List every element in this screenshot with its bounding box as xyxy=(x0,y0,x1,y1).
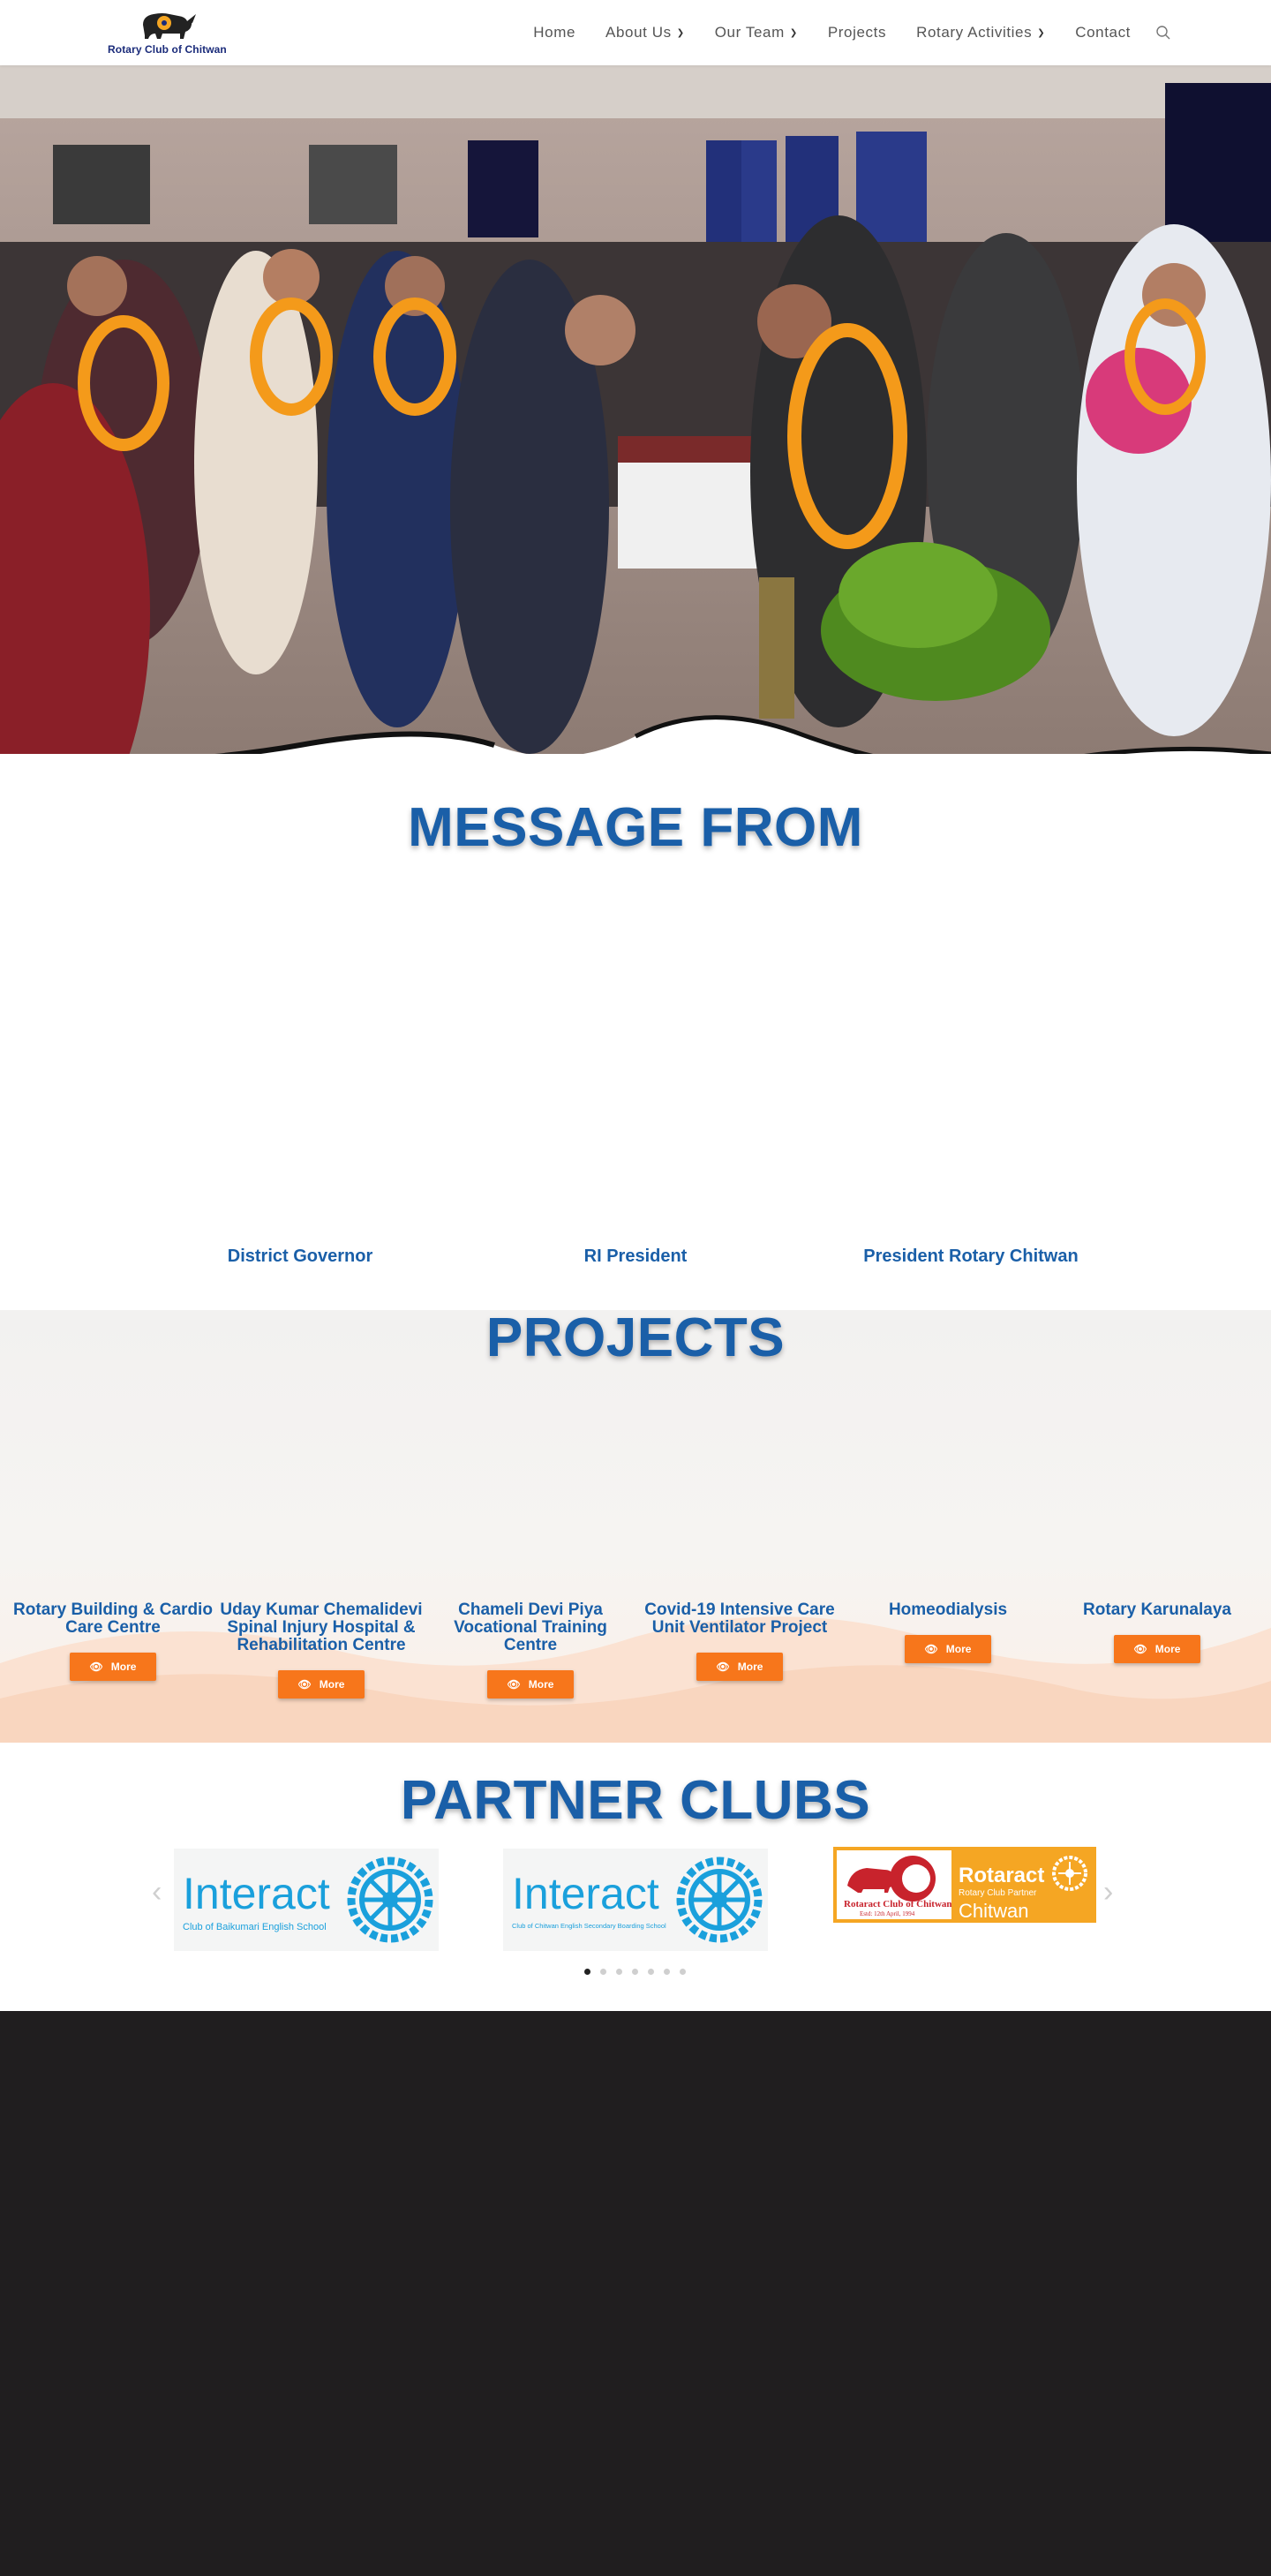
more-label: More xyxy=(319,1678,345,1691)
project-name: Rotary Karunalaya xyxy=(1083,1601,1231,1619)
eye-icon: 👁 xyxy=(507,1678,521,1691)
nav-rotary-activities[interactable]: Rotary Activities ❯ xyxy=(901,0,1060,65)
project-name: Covid-19 Intensive Care Unit Ventilator … xyxy=(644,1601,835,1637)
rotaract-club-name: Rotaract Club of Chitwan xyxy=(844,1899,952,1909)
more-label: More xyxy=(945,1643,972,1655)
role-president-rotary-chitwan: President Rotary Chitwan xyxy=(863,1247,1079,1266)
partner-logo-rotaract-chitwan[interactable]: Rotaract Club of Chitwan Estd: 12th Apri… xyxy=(833,1847,1098,1923)
section-title: MESSAGE FROM xyxy=(408,797,863,858)
carousel-dot[interactable] xyxy=(664,1969,670,1975)
rotaract-city: Chitwan xyxy=(959,1900,1028,1922)
interact-logo: Interact Club of Baikumari English Schoo… xyxy=(174,1849,439,1951)
interact-subtitle: Club of Baikumari English School xyxy=(183,1922,327,1932)
more-button[interactable]: 👁 More xyxy=(1114,1635,1200,1663)
eye-icon: 👁 xyxy=(716,1661,730,1673)
carousel-dot[interactable] xyxy=(616,1969,622,1975)
nav-label: Rotary Activities xyxy=(916,24,1033,41)
project-card: Covid-19 Intensive Care Unit Ventilator … xyxy=(636,1601,844,1681)
interact-logo: Interact Club of Chitwan English Seconda… xyxy=(503,1849,768,1951)
section-title: PROJECTS xyxy=(485,1310,786,1368)
role-district-governor: District Governor xyxy=(227,1247,373,1266)
partner-logo-interact-chitwan[interactable]: Interact Club of Chitwan English Seconda… xyxy=(503,1849,768,1951)
project-card: Rotary Building & Cardio Care Centre 👁 Mo… xyxy=(9,1601,217,1681)
interact-subtitle: Club of Chitwan English Secondary Boardi… xyxy=(512,1922,666,1930)
carousel-dot[interactable] xyxy=(680,1969,686,1975)
more-button[interactable]: 👁 More xyxy=(905,1635,991,1663)
nav-contact[interactable]: Contact xyxy=(1060,0,1146,65)
rotaract-logo: Rotaract Club of Chitwan Estd: 12th Apri… xyxy=(833,1847,1096,1923)
search-button[interactable] xyxy=(1146,0,1181,65)
message-from-section: MESSAGE FROM District Governor RI Presid… xyxy=(0,754,1271,1310)
more-label: More xyxy=(528,1678,554,1691)
eye-icon: 👁 xyxy=(297,1678,312,1691)
more-label: More xyxy=(1154,1643,1181,1655)
interact-wordmark: Interact xyxy=(183,1869,330,1918)
chevron-left-icon: ‹ xyxy=(152,1875,162,1909)
more-label: More xyxy=(737,1661,763,1673)
projects-section: PROJECTS Rotary Building & Cardio Care C… xyxy=(0,1310,1271,1743)
carousel-dot[interactable] xyxy=(632,1969,638,1975)
rhino-logo-icon xyxy=(143,13,196,39)
eye-icon: 👁 xyxy=(1133,1643,1147,1655)
chevron-down-icon: ❯ xyxy=(676,27,685,38)
more-button[interactable]: 👁 More xyxy=(696,1653,783,1681)
nav-about-us[interactable]: About Us ❯ xyxy=(590,0,700,65)
nav-label: Projects xyxy=(827,24,887,41)
partner-clubs-section: PARTNER CLUBS ‹ › Interact Club of Baiku… xyxy=(0,1743,1271,2011)
site-header: Rotary Club of Chitwan Home About Us ❯ Ou… xyxy=(0,0,1271,65)
search-icon xyxy=(1156,26,1170,40)
project-name: Rotary Building & Cardio Care Centre xyxy=(13,1601,213,1637)
carousel-dot[interactable] xyxy=(648,1969,654,1975)
more-button[interactable]: 👁 More xyxy=(278,1670,365,1699)
eye-icon: 👁 xyxy=(924,1643,938,1655)
site-logo[interactable]: Rotary Club of Chitwan xyxy=(104,5,254,58)
carousel-next-button[interactable]: › xyxy=(1103,1875,1113,1909)
nav-our-team[interactable]: Our Team ❯ xyxy=(700,0,813,65)
nav-label: Contact xyxy=(1075,24,1131,41)
carousel-dots xyxy=(584,1969,686,1975)
more-button[interactable]: 👁 More xyxy=(70,1653,156,1681)
role-ri-president: RI President xyxy=(583,1247,688,1266)
nav-projects[interactable]: Projects xyxy=(813,0,901,65)
project-card: Rotary Karunalaya 👁 More xyxy=(1053,1601,1261,1663)
eye-icon: 👁 xyxy=(89,1661,103,1673)
more-label: More xyxy=(110,1661,137,1673)
project-card: Homeodialysis 👁 More xyxy=(844,1601,1052,1663)
project-name: Chameli Devi Piya Vocational Training Ce… xyxy=(454,1601,607,1654)
rotaract-subtitle: Rotary Club Partner xyxy=(959,1888,1037,1898)
nav-label: Home xyxy=(533,24,576,41)
nav-label: About Us xyxy=(605,24,672,41)
project-name: Homeodialysis xyxy=(888,1601,1008,1619)
project-card: Chameli Devi Piya Vocational Training Ce… xyxy=(426,1601,635,1699)
hero-photo xyxy=(0,65,1271,754)
rotaract-established: Estd: 12th April, 1994 xyxy=(860,1910,915,1917)
interact-wordmark: Interact xyxy=(512,1869,659,1918)
carousel-dot[interactable] xyxy=(584,1969,590,1975)
carousel-prev-button[interactable]: ‹ xyxy=(152,1875,162,1909)
partner-logo-interact-baikumari[interactable]: Interact Club of Baikumari English Schoo… xyxy=(174,1849,439,1951)
chevron-down-icon: ❯ xyxy=(789,27,798,38)
project-card: Uday Kumar Chemalidevi Spinal Injury Hos… xyxy=(217,1601,425,1699)
main-nav: Home About Us ❯ Our Team ❯ Projects Rotary… xyxy=(518,0,1181,65)
section-title: PARTNER CLUBS xyxy=(400,1770,871,1831)
nav-label: Our Team xyxy=(714,24,785,41)
site-footer xyxy=(0,2011,1271,2576)
carousel-dot[interactable] xyxy=(600,1969,606,1975)
chevron-down-icon: ❯ xyxy=(1037,27,1046,38)
project-name: Uday Kumar Chemalidevi Spinal Injury Hos… xyxy=(220,1601,423,1654)
hero-banner xyxy=(0,65,1271,754)
rotaract-wordmark: Rotaract xyxy=(959,1864,1044,1887)
more-button[interactable]: 👁 More xyxy=(487,1670,574,1699)
nav-home[interactable]: Home xyxy=(518,0,590,65)
logo-text: Rotary Club of Chitwan xyxy=(108,43,227,56)
chevron-right-icon: › xyxy=(1103,1875,1114,1909)
